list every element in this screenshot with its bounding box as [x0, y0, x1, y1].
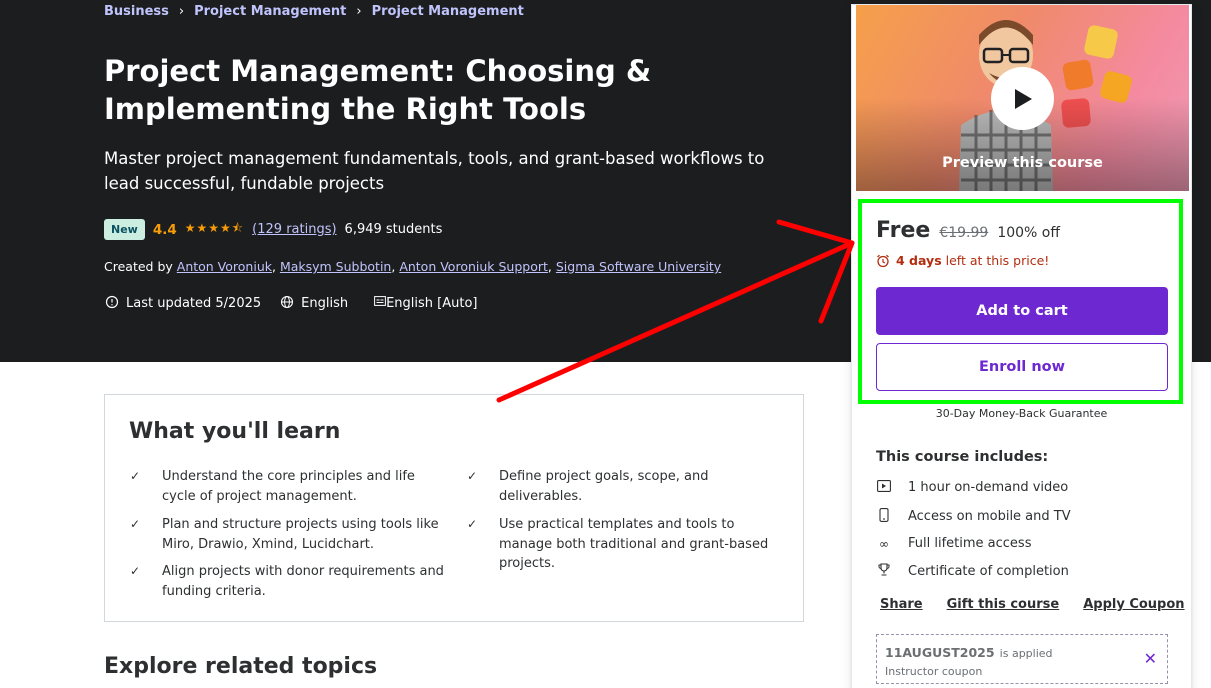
enroll-now-button[interactable]: Enroll now [876, 343, 1168, 391]
breadcrumb-item-project-management-topic[interactable]: Project Management [372, 4, 524, 19]
learn-item: ✓ Define project goals, scope, and deliv… [467, 467, 787, 506]
money-back-guarantee: 30-Day Money-Back Guarantee [935, 407, 1108, 420]
breadcrumb: Business › Project Management › Project … [104, 4, 524, 19]
author-link-anton-voroniuk-support[interactable]: Anton Voroniuk Support [399, 259, 548, 274]
course-meta: Last updated 5/2025 English English [Aut… [104, 295, 478, 311]
star-rating-icon: ★★★★⯪ [184, 221, 245, 235]
apply-coupon-link[interactable]: Apply Coupon [1083, 597, 1184, 612]
check-icon: ✓ [130, 517, 141, 531]
preview-course-label: Preview this course [942, 155, 1103, 171]
infinity-icon: ∞ [879, 536, 889, 551]
play-icon [1014, 88, 1032, 109]
coupon-type: Instructor coupon [885, 665, 983, 678]
author-link-anton-voroniuk[interactable]: Anton Voroniuk [177, 259, 272, 274]
created-by-label: Created by [104, 259, 173, 274]
learn-item-text: Understand the core principles and life … [162, 469, 415, 504]
includes-item-text: Access on mobile and TV [908, 509, 1071, 524]
breadcrumb-item-business[interactable]: Business [104, 4, 169, 19]
learn-title: What you'll learn [129, 419, 341, 444]
includes-item-text: 1 hour on-demand video [908, 480, 1069, 495]
learn-item-text: Use practical templates and tools to man… [499, 517, 769, 571]
learn-item: ✓ Understand the core principles and lif… [130, 467, 450, 506]
price-row: Free €19.99 100% off [876, 218, 1060, 243]
explore-related-topics-title: Explore related topics [104, 654, 378, 679]
discount-percent: 100% off [997, 225, 1060, 241]
breadcrumb-item-project-management[interactable]: Project Management [194, 4, 346, 19]
purchase-sidebar: Preview this course Free €19.99 100% off… [851, 4, 1192, 688]
gift-course-link[interactable]: Gift this course [947, 597, 1060, 612]
learn-item-text: Plan and structure projects using tools … [162, 517, 439, 552]
learn-item: ✓ Use practical templates and tools to m… [467, 515, 787, 574]
new-badge: New [104, 219, 145, 240]
coupon-code: 11AUGUST2025 [885, 645, 995, 660]
includes-item: Certificate of completion [876, 563, 1069, 579]
coupon-applied-label: is applied [999, 647, 1053, 660]
includes-item: 1 hour on-demand video [876, 480, 1068, 495]
timer-text: left at this price! [941, 253, 1050, 268]
remove-coupon-close-icon[interactable]: ✕ [1144, 649, 1157, 668]
video-icon [876, 480, 892, 495]
alert-clock-icon [104, 295, 120, 311]
original-price: €19.99 [939, 225, 989, 241]
globe-icon [279, 295, 295, 311]
author-link-maksym-subbotin[interactable]: Maksym Subbotin [280, 259, 391, 274]
includes-item-text: Full lifetime access [908, 536, 1032, 551]
what-youll-learn: What you'll learn ✓ Understand the core … [104, 394, 804, 622]
learn-item-text: Align projects with donor requirements a… [162, 564, 444, 599]
discount-timer: 4 days left at this price! [876, 253, 1049, 268]
last-updated: Last updated 5/2025 [126, 295, 262, 311]
author-link-sigma-software-university[interactable]: Sigma Software University [556, 259, 721, 274]
timer-days: 4 days [896, 253, 942, 268]
learn-item: ✓ Plan and structure projects using tool… [130, 515, 450, 554]
course-subtitle: Master project management fundamentals, … [104, 149, 765, 193]
learn-item-text: Define project goals, scope, and deliver… [499, 469, 709, 504]
applied-coupon: 11AUGUST2025 is applied Instructor coupo… [876, 634, 1168, 684]
add-to-cart-button[interactable]: Add to cart [876, 287, 1168, 335]
rating-value: 4.4 [152, 221, 177, 238]
includes-item: ∞ Full lifetime access [876, 536, 1031, 551]
breadcrumb-separator: › [178, 4, 185, 19]
course-includes-title: This course includes: [876, 449, 1049, 465]
sidebar-links: Share Gift this course Apply Coupon [880, 597, 1185, 612]
ratings-count-link[interactable]: (129 ratings) [252, 222, 336, 237]
created-by: Created by Anton Voroniuk, Maksym Subbot… [104, 259, 722, 274]
students-count: 6,949 students [344, 222, 443, 237]
play-button[interactable] [991, 67, 1054, 130]
check-icon: ✓ [467, 517, 478, 531]
course-captions: English [Auto] [386, 295, 478, 311]
check-icon: ✓ [130, 564, 141, 578]
trophy-icon [876, 563, 892, 579]
captions-icon [374, 295, 386, 311]
current-price: Free [876, 218, 931, 243]
share-link[interactable]: Share [880, 597, 923, 612]
includes-item: Access on mobile and TV [876, 508, 1071, 525]
breadcrumb-separator: › [356, 4, 362, 19]
check-icon: ✓ [130, 469, 141, 483]
alarm-clock-icon [877, 254, 889, 267]
learn-item: ✓ Align projects with donor requirements… [130, 562, 450, 601]
includes-item-text: Certificate of completion [908, 563, 1069, 579]
course-language: English [301, 295, 349, 311]
check-icon: ✓ [467, 469, 478, 483]
mobile-icon [876, 508, 892, 525]
rating-row: New 4.4 ★★★★⯪ (129 ratings) 6,949 studen… [104, 219, 442, 240]
course-title: Project Management: Choosing & Implement… [104, 54, 652, 126]
course-preview[interactable]: Preview this course [856, 5, 1189, 191]
